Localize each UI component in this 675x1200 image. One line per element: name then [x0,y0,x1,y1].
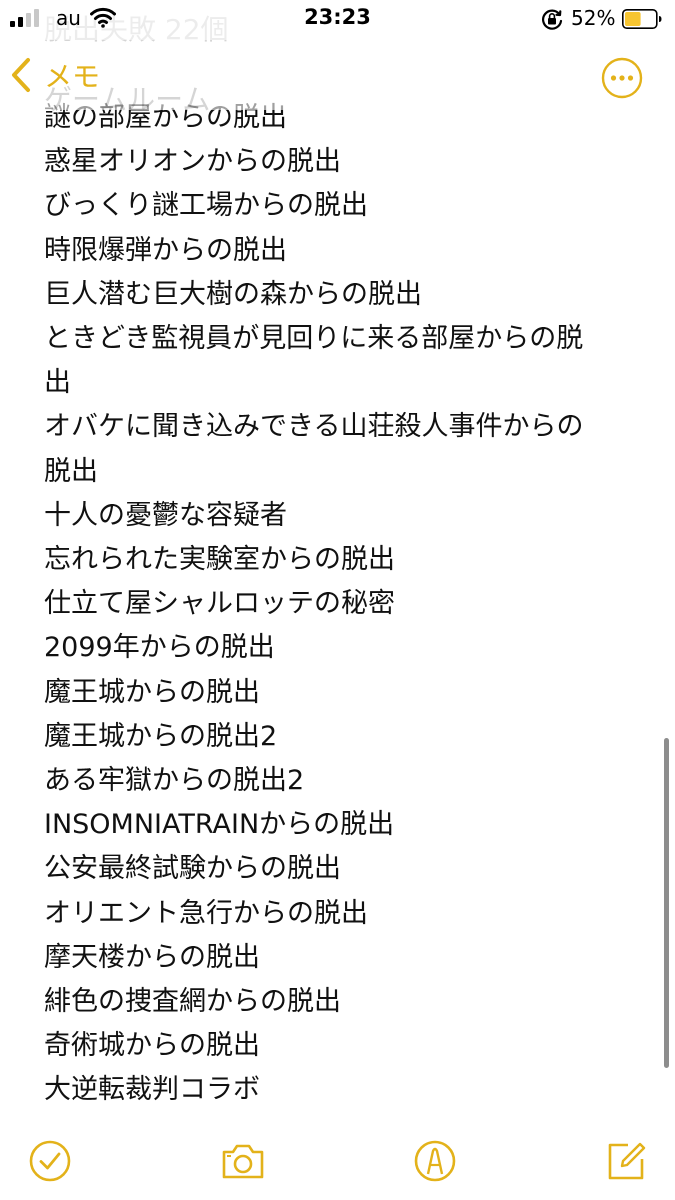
status-bar: au 23:23 52% [0,0,675,40]
note-line: 奇術城からの脱出 [44,1030,260,1062]
note-line: 出 [44,367,71,399]
note-line: 2099年からの脱出 [44,632,275,664]
note-line: びっくり謎工場からの脱出 [44,190,368,222]
compose-icon [608,1142,646,1180]
checklist-icon [29,1140,71,1182]
camera-button[interactable] [219,1137,267,1185]
note-line: 時限爆弾からの脱出 [44,234,287,266]
note-line: INSOMNIATRAINからの脱出 [44,809,395,841]
note-line: 魔王城からの脱出2 [44,720,278,752]
note-line: 惑星オリオンからの脱出 [44,146,341,178]
note-line: 大逆転裁判コラボ [44,1074,260,1106]
note-line: 摩天楼からの脱出 [44,941,260,973]
back-button-label: メモ [44,60,101,93]
markup-button[interactable] [411,1137,459,1185]
camera-icon [222,1144,264,1179]
checklist-button[interactable] [26,1137,74,1185]
chevron-left-icon [12,58,30,92]
note-line: 緋色の捜査網からの脱出 [44,986,341,1018]
note-line: 巨人潜む巨大樹の森からの脱出 [44,278,422,310]
note-line: 魔王城からの脱出 [44,676,260,708]
note-line: ある牢獄からの脱出2 [44,765,305,797]
back-button[interactable]: メモ [10,54,100,96]
note-line: オバケに聞き込みできる山荘殺人事件からの [44,411,584,443]
note-line: ときどき監視員が見回りに来る部屋からの脱 [44,323,584,355]
note-line: 公安最終試験からの脱出 [44,853,341,885]
rotation-lock-icon [542,9,563,30]
more-options-icon[interactable] [601,57,643,99]
scrollbar[interactable] [664,738,669,1068]
notes-screen: au 23:23 52% 脱出失敗 22個 ゲームルーム [0,0,675,1200]
note-line: 忘れられた実験室からの脱出 [44,544,395,576]
note-lines: 謎の部屋からの脱出 惑星オリオンからの脱出 びっくり謎工場からの脱出 時限爆弾からの脱… [44,96,629,1111]
note-line: 十人の憂鬱な容疑者 [44,499,287,531]
battery-percentage: 52% [571,6,616,30]
note-body[interactable]: 謎の部屋からの脱出 惑星オリオンからの脱出 びっくり謎工場からの脱出 時限爆弾からの脱… [0,96,675,1111]
note-line: 脱出 [44,455,98,487]
navigation-bar: 脱出失敗 22個 ゲームルーム メモ [0,16,675,114]
note-line: 仕立て屋シャルロッテの秘密 [44,588,395,620]
bottom-toolbar [0,1125,675,1200]
markup-icon [414,1140,456,1182]
battery-icon [622,9,662,29]
compose-button[interactable] [602,1137,650,1185]
note-line: オリエント急行からの脱出 [44,897,368,929]
